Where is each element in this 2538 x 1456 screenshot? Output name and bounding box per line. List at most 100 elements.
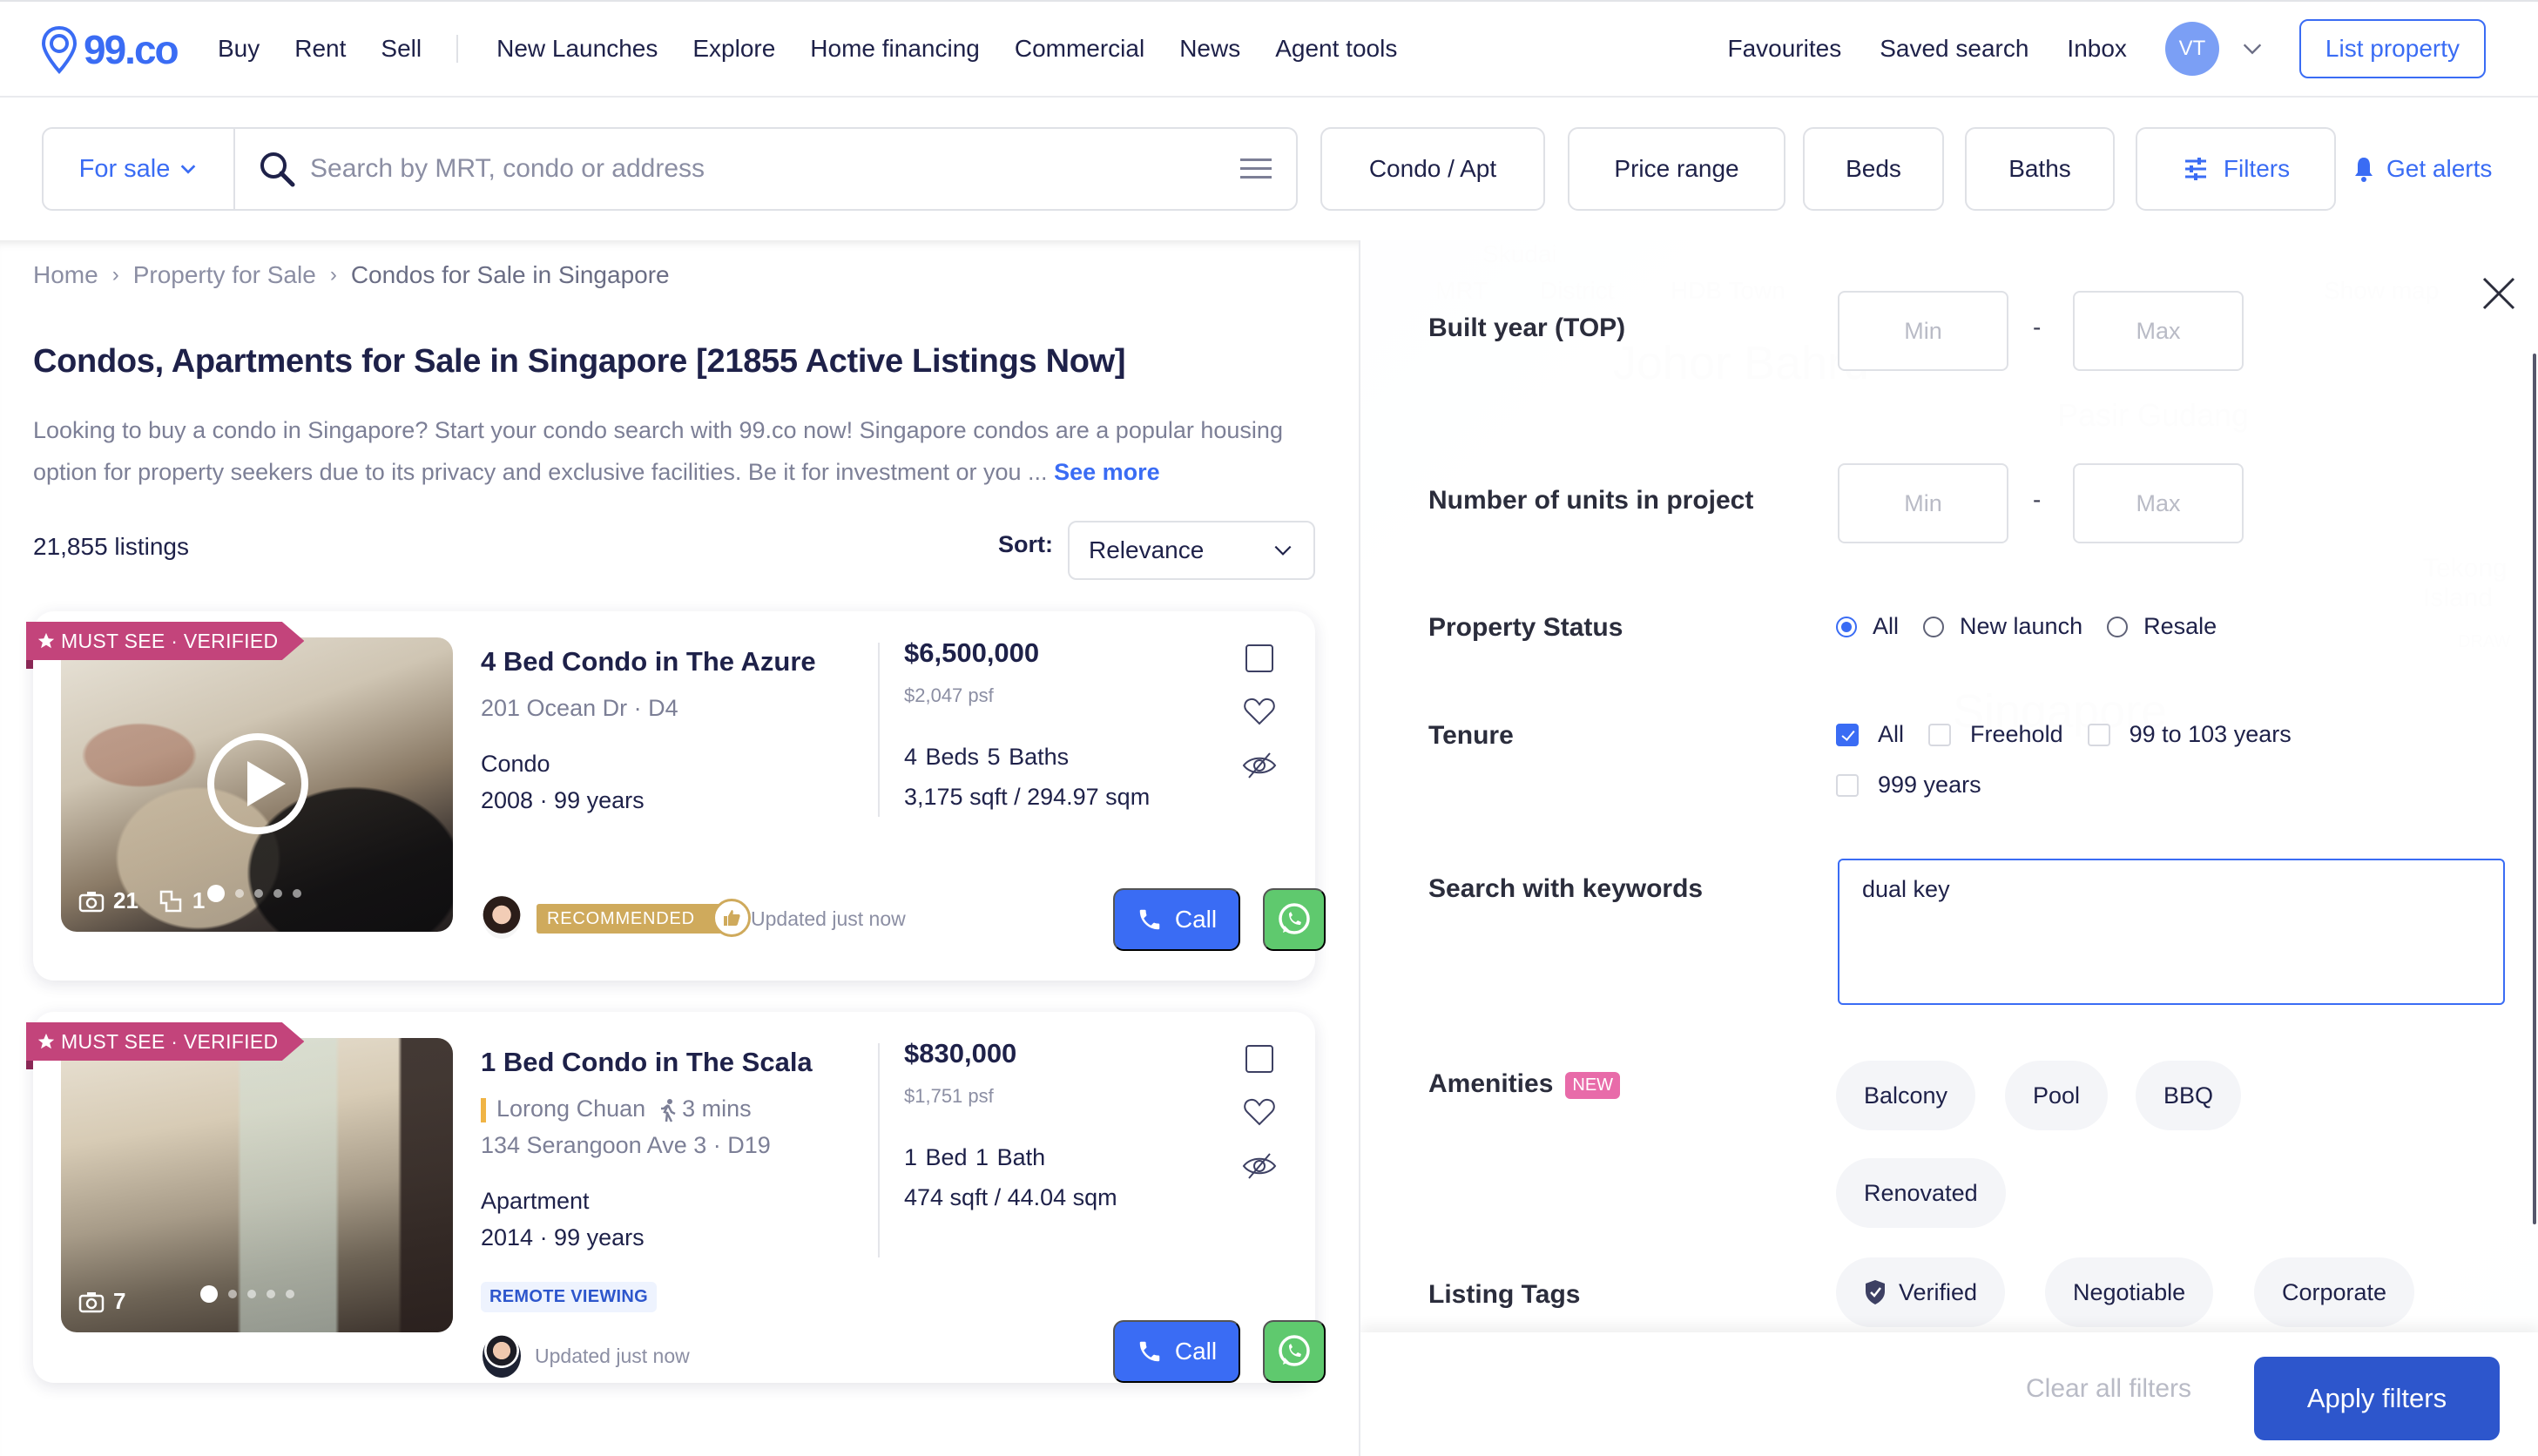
nav-new-launches[interactable]: New Launches: [496, 35, 658, 63]
price-range-chip[interactable]: Price range: [1568, 127, 1785, 211]
listing-card[interactable]: MUST SEE · VERIFIED 7 1 Bed Condo in The…: [26, 1012, 1326, 1383]
listing-address: 201 Ocean Dr · D4: [481, 695, 678, 721]
tenure-option-label: 99 to 103 years: [2129, 721, 2292, 747]
must-see-ribbon: MUST SEE · VERIFIED: [26, 622, 305, 660]
agent-avatar[interactable]: [483, 895, 521, 939]
photo-carousel-dots[interactable]: [207, 885, 301, 902]
carousel-dot[interactable]: [228, 1290, 237, 1298]
logo[interactable]: 99.co: [40, 24, 179, 75]
built-year-min-input[interactable]: [1838, 291, 2008, 371]
carousel-dot[interactable]: [273, 889, 282, 898]
carousel-dot[interactable]: [235, 889, 244, 898]
call-button[interactable]: Call: [1113, 1320, 1240, 1383]
nav-news[interactable]: News: [1179, 35, 1240, 63]
location-pin-logo-icon: [41, 25, 78, 74]
whatsapp-icon: [1279, 1335, 1310, 1366]
status-all-radio[interactable]: [1836, 616, 1857, 637]
nav-rent[interactable]: Rent: [294, 35, 346, 63]
amenity-bbq-pill[interactable]: BBQ: [2136, 1061, 2242, 1130]
hide-eye-icon[interactable]: [1242, 751, 1277, 780]
carousel-dot[interactable]: [200, 1285, 218, 1303]
property-type-chip[interactable]: Condo / Apt: [1320, 127, 1545, 211]
heart-icon[interactable]: [1242, 1097, 1277, 1127]
chevron-down-icon[interactable]: [2240, 37, 2265, 61]
close-icon[interactable]: [2481, 275, 2517, 312]
carousel-dot[interactable]: [254, 889, 263, 898]
carousel-dot[interactable]: [207, 885, 225, 902]
nav-agent-tools[interactable]: Agent tools: [1275, 35, 1397, 63]
call-button[interactable]: Call: [1113, 888, 1240, 951]
listing-psf: $1,751 psf: [904, 1085, 994, 1107]
listing-mode-dropdown[interactable]: For sale: [44, 129, 235, 209]
list-property-button[interactable]: List property: [2298, 19, 2486, 78]
heart-icon[interactable]: [1242, 697, 1277, 726]
tenure-freehold-checkbox[interactable]: [1928, 723, 1952, 746]
scrollbar[interactable]: [2533, 354, 2536, 1224]
listing-card[interactable]: MUST SEE · VERIFIED 21 1 4 Bed Condo in …: [26, 611, 1326, 981]
carousel-dot[interactable]: [247, 1290, 256, 1298]
nav-sell[interactable]: Sell: [381, 35, 422, 63]
beds-chip[interactable]: Beds: [1803, 127, 1944, 211]
nav-favourites[interactable]: Favourites: [1727, 35, 1841, 63]
user-avatar[interactable]: VT: [2164, 22, 2219, 76]
search-input[interactable]: [310, 154, 1239, 184]
units-min-input[interactable]: [1838, 463, 2008, 543]
breadcrumb-home[interactable]: Home: [33, 261, 98, 289]
page-title: Condos, Apartments for Sale in Singapore…: [33, 343, 1126, 380]
listing-year-tenure: 2014 · 99 years: [481, 1224, 645, 1250]
breadcrumb-property-for-sale[interactable]: Property for Sale: [133, 261, 316, 289]
listing-photo[interactable]: 7: [61, 1038, 453, 1332]
listing-year-tenure: 2008 · 99 years: [481, 787, 645, 813]
sort-dropdown[interactable]: Relevance: [1068, 521, 1315, 580]
nav-explore[interactable]: Explore: [692, 35, 775, 63]
tag-negotiable-pill[interactable]: Negotiable: [2045, 1257, 2214, 1327]
play-video-icon[interactable]: [207, 733, 308, 834]
amenity-pool-pill[interactable]: Pool: [2005, 1061, 2109, 1130]
nav-saved-search[interactable]: Saved search: [1880, 35, 2028, 63]
tenure-all-checkbox[interactable]: [1836, 723, 1859, 746]
whatsapp-button[interactable]: [1263, 888, 1326, 951]
baths-chip[interactable]: Baths: [1965, 127, 2115, 211]
walking-icon: [661, 1098, 676, 1122]
nav-home-financing[interactable]: Home financing: [810, 35, 980, 63]
tag-corporate-pill[interactable]: Corporate: [2254, 1257, 2415, 1327]
tag-verified-pill[interactable]: Verified: [1836, 1257, 2006, 1327]
built-year-max-input[interactable]: [2073, 291, 2244, 371]
carousel-dot[interactable]: [267, 1290, 275, 1298]
status-new-launch-radio[interactable]: [1923, 616, 1945, 637]
apply-filters-button[interactable]: Apply filters: [2254, 1357, 2500, 1440]
nav-commercial[interactable]: Commercial: [1015, 35, 1144, 63]
photo-carousel-dots[interactable]: [200, 1285, 294, 1303]
get-alerts-button[interactable]: Get alerts: [2353, 127, 2492, 211]
tenure-group-row-2: 999 years: [1836, 772, 2006, 799]
listing-tags-label: Listing Tags: [1428, 1280, 1581, 1309]
listing-title[interactable]: 1 Bed Condo in The Scala: [481, 1047, 813, 1078]
range-separator: -: [2033, 486, 2042, 513]
must-see-ribbon: MUST SEE · VERIFIED: [26, 1022, 305, 1061]
carousel-dot[interactable]: [286, 1290, 294, 1298]
keywords-textarea[interactable]: dual key: [1838, 859, 2505, 1005]
filters-button[interactable]: Filters: [2136, 127, 2336, 211]
tenure-99-103-checkbox[interactable]: [2087, 723, 2110, 746]
compare-checkbox[interactable]: [1245, 644, 1273, 672]
see-more-link[interactable]: See more: [1054, 459, 1160, 485]
status-resale-radio[interactable]: [2107, 616, 2129, 637]
tenure-999-checkbox[interactable]: [1836, 773, 1859, 797]
tenure-option-label: Freehold: [1970, 721, 2063, 747]
listing-photo[interactable]: 21 1: [61, 637, 453, 932]
amenity-renovated-pill[interactable]: Renovated: [1836, 1158, 2006, 1228]
menu-icon[interactable]: [1239, 155, 1273, 183]
nav-buy[interactable]: Buy: [218, 35, 260, 63]
listing-area: 3,175 sqft / 294.97 sqm: [904, 784, 1151, 810]
hide-eye-icon[interactable]: [1242, 1151, 1277, 1181]
nav-inbox[interactable]: Inbox: [2067, 35, 2127, 63]
agent-avatar[interactable]: [483, 1334, 521, 1378]
listing-title[interactable]: 4 Bed Condo in The Azure: [481, 646, 816, 677]
units-max-input[interactable]: [2073, 463, 2244, 543]
clear-all-filters-button[interactable]: Clear all filters: [2026, 1374, 2191, 1404]
chevron-right-icon: ›: [111, 263, 119, 286]
compare-checkbox[interactable]: [1245, 1045, 1273, 1073]
carousel-dot[interactable]: [293, 889, 301, 898]
whatsapp-button[interactable]: [1263, 1320, 1326, 1383]
amenity-balcony-pill[interactable]: Balcony: [1836, 1061, 1976, 1130]
